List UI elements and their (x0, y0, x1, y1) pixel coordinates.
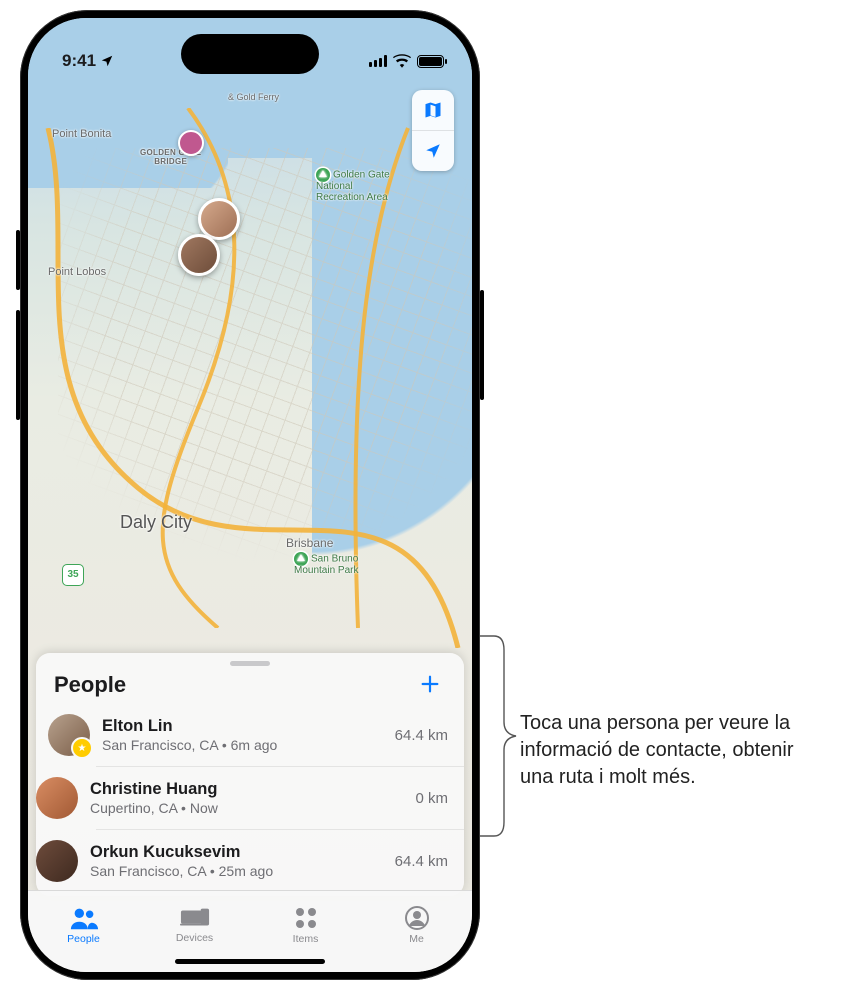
avatar (36, 777, 78, 819)
locate-me-button[interactable] (412, 130, 454, 171)
person-row[interactable]: Orkun Kucuksevim San Francisco, CA • 25m… (96, 829, 464, 892)
person-row[interactable]: Christine Huang Cupertino, CA • Now 0 km (96, 766, 464, 829)
map-mode-icon (423, 100, 443, 120)
map-label-sb-park: ⛰San Bruno Mountain Park (294, 552, 358, 577)
person-distance: 64.4 km (395, 727, 448, 744)
tab-people[interactable]: People (28, 891, 139, 960)
status-left: 9:41 (62, 51, 114, 71)
map-label-point-bonita: Point Bonita (52, 128, 111, 140)
tab-label: People (67, 933, 100, 945)
home-indicator[interactable] (175, 959, 325, 964)
map-label-point-lobos: Point Lobos (48, 266, 106, 278)
items-icon (294, 906, 318, 930)
status-time: 9:41 (62, 51, 96, 71)
status-right (369, 54, 444, 68)
person-name: Christine Huang (90, 780, 403, 799)
map-controls (412, 90, 454, 171)
person-distance: 0 km (415, 790, 448, 807)
map-pin-person-2[interactable] (178, 234, 220, 276)
people-icon (69, 906, 99, 930)
iphone-frame: 9:41 Point Bonita GOLDEN GATE (20, 10, 480, 980)
map-mode-button[interactable] (412, 90, 454, 130)
annotation-text: Toca una persona per veure la informació… (520, 710, 820, 791)
avatar (36, 840, 78, 882)
person-subtitle: San Francisco, CA • 6m ago (102, 737, 383, 753)
person-info: Orkun Kucuksevim San Francisco, CA • 25m… (90, 843, 383, 879)
plus-icon (419, 673, 441, 695)
devices-icon (180, 907, 210, 929)
tab-devices[interactable]: Devices (139, 891, 250, 960)
person-row[interactable]: ★ Elton Lin San Francisco, CA • 6m ago 6… (36, 704, 464, 766)
sheet-title: People (54, 672, 126, 698)
tab-label: Me (409, 933, 424, 945)
location-services-icon (100, 54, 114, 68)
add-person-button[interactable] (414, 673, 446, 697)
map-label-gg-rec: ⛰Golden Gate National Recreation Area (316, 168, 390, 203)
tab-items[interactable]: Items (250, 891, 361, 960)
me-icon (405, 906, 429, 930)
person-info: Christine Huang Cupertino, CA • Now (90, 780, 403, 816)
person-name: Orkun Kucuksevim (90, 843, 383, 862)
person-name: Elton Lin (102, 717, 383, 736)
map-pin-landmark[interactable] (178, 130, 204, 156)
tab-me[interactable]: Me (361, 891, 472, 960)
map-label-ferry: & Gold Ferry (228, 92, 279, 102)
tab-label: Devices (176, 932, 213, 944)
screen: 9:41 Point Bonita GOLDEN GATE (28, 18, 472, 972)
favorite-star-icon: ★ (71, 737, 93, 759)
sheet-grabber[interactable] (230, 661, 270, 666)
route-shield-35: 35 (62, 564, 84, 586)
person-subtitle: San Francisco, CA • 25m ago (90, 863, 383, 879)
map-label-daly-city: Daly City (120, 512, 192, 533)
avatar: ★ (48, 714, 90, 756)
annotation-bracket (476, 636, 520, 836)
map-label-brisbane: Brisbane (286, 536, 333, 550)
wifi-icon (393, 54, 411, 68)
person-info: Elton Lin San Francisco, CA • 6m ago (102, 717, 383, 753)
cellular-icon (369, 55, 387, 67)
locate-icon (424, 142, 442, 160)
person-subtitle: Cupertino, CA • Now (90, 800, 403, 816)
person-distance: 64.4 km (395, 853, 448, 870)
dynamic-island (181, 34, 319, 74)
battery-icon (417, 55, 444, 68)
people-sheet[interactable]: People ★ Elton Lin San Francisco, CA • 6… (36, 653, 464, 896)
sheet-header: People (36, 670, 464, 704)
tab-label: Items (293, 933, 319, 945)
